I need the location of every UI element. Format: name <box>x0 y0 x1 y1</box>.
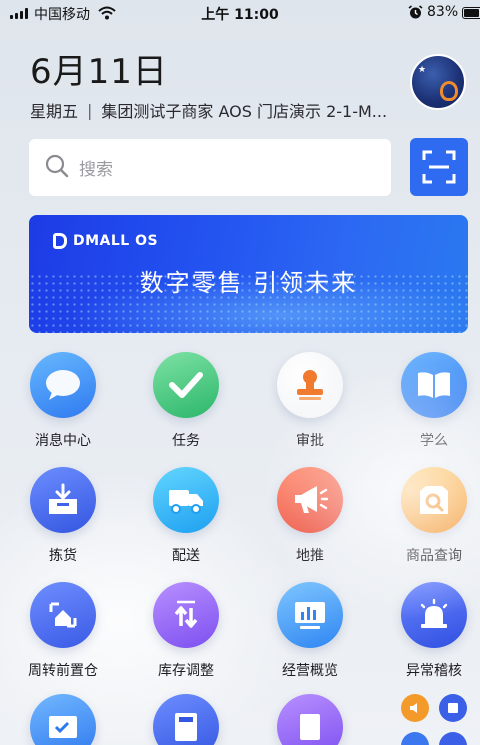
app-label: 审批 <box>296 433 324 449</box>
folder-app-icon <box>439 732 467 745</box>
app-ground-promotion[interactable]: 地推 <box>255 467 365 565</box>
calculator-icon <box>153 694 219 745</box>
search-icon <box>45 154 69 182</box>
adjust-arrows-icon <box>153 582 219 648</box>
dmall-logo-icon <box>53 233 67 249</box>
app-label: 拣货 <box>49 548 77 564</box>
app-inventory-adjust[interactable]: 库存调整 <box>131 582 241 680</box>
app-row4-3[interactable] <box>255 694 365 745</box>
app-label: 经营概览 <box>282 663 338 679</box>
alarm-icon <box>408 5 423 24</box>
warehouse-icon <box>30 582 96 648</box>
app-product-search[interactable]: 商品查询 <box>379 467 480 565</box>
app-label: 配送 <box>172 548 200 564</box>
scan-icon <box>422 150 456 184</box>
app-row4-2[interactable] <box>131 694 241 745</box>
app-forward-warehouse[interactable]: 周转前置仓 <box>8 582 118 680</box>
weekday: 星期五 <box>30 102 79 121</box>
app-label: 任务 <box>172 433 200 449</box>
stamp-icon <box>277 352 343 418</box>
app-delivery[interactable]: 配送 <box>131 467 241 565</box>
app-row4-1[interactable] <box>8 694 118 745</box>
banner-brand: DMALL OS <box>73 233 159 249</box>
app-label: 消息中心 <box>35 433 91 449</box>
app-message-center[interactable]: 消息中心 <box>8 352 118 450</box>
app-label: 异常稽核 <box>406 663 462 679</box>
document-icon <box>277 694 343 745</box>
avatar-logo-icon: ★ <box>418 65 427 75</box>
app-folder[interactable] <box>399 694 469 745</box>
app-label: 周转前置仓 <box>28 663 98 679</box>
app-label: 商品查询 <box>406 548 462 564</box>
banner-logo: DMALL OS <box>53 233 158 249</box>
app-learn[interactable]: 学么 <box>379 352 480 450</box>
separator: | <box>87 100 93 120</box>
search-bar[interactable]: 搜索 <box>29 139 391 196</box>
avatar[interactable]: ★ <box>410 54 466 110</box>
app-tasks[interactable]: 任务 <box>131 352 241 450</box>
folder-app-icon <box>401 732 429 745</box>
banner-slogan: 数字零售 引领未来 <box>139 269 358 297</box>
app-label: 库存调整 <box>158 663 214 679</box>
status-bar: 中国移动 上午 11:00 83% <box>0 0 480 26</box>
date-title: 6月11日 <box>30 52 168 92</box>
calendar-check-icon <box>30 694 96 745</box>
checkmark-icon <box>153 352 219 418</box>
app-label: 学么 <box>420 433 448 449</box>
book-icon <box>401 352 467 418</box>
search-input[interactable]: 搜索 <box>79 155 113 180</box>
promo-banner[interactable]: DMALL OS 数字零售 引领未来 <box>29 215 468 333</box>
app-label: 地推 <box>296 548 324 564</box>
battery-icon <box>462 7 480 19</box>
megaphone-icon <box>277 467 343 533</box>
delivery-truck-icon <box>153 467 219 533</box>
app-exception-audit[interactable]: 异常稽核 <box>379 582 480 680</box>
store-name: 集团测试子商家 AOS 门店演示 2-1-M... <box>101 102 388 121</box>
wifi-icon <box>98 5 116 24</box>
sound-icon <box>401 694 429 722</box>
carrier-name: 中国移动 <box>34 7 90 23</box>
scan-button[interactable] <box>410 138 468 196</box>
bar-chart-icon <box>277 582 343 648</box>
app-approval[interactable]: 审批 <box>255 352 365 450</box>
store-info[interactable]: 星期五 | 集团测试子商家 AOS 门店演示 2-1-M... <box>30 98 400 122</box>
app-picking[interactable]: 拣货 <box>8 467 118 565</box>
alarm-light-icon <box>401 582 467 648</box>
chat-bubble-icon <box>30 352 96 418</box>
battery-percent: 83% <box>427 4 459 20</box>
app-business-overview[interactable]: 经营概览 <box>255 582 365 680</box>
signal-icon <box>10 8 28 19</box>
box-download-icon <box>30 467 96 533</box>
product-search-icon <box>401 467 467 533</box>
avatar-ring-icon <box>440 81 458 101</box>
checklist-icon <box>439 694 467 722</box>
